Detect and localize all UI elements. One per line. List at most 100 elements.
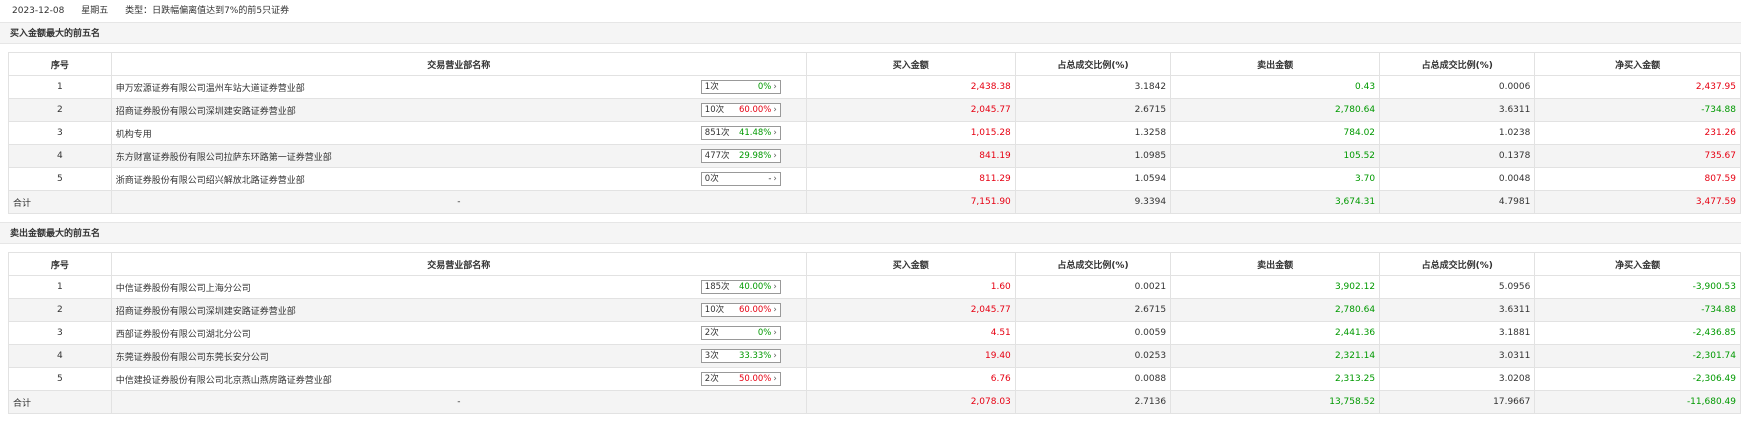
sell-ratio: 0.0048 [1379,167,1536,191]
branch-name-link[interactable]: 招商证券股份有限公司深圳建安路证券营业部 [116,304,296,317]
branch-stats-button[interactable]: 3次 › 33.33% [700,349,781,363]
success-rate: - [768,174,772,184]
row-index: 2 [8,298,112,322]
chevron-right-icon: › [773,151,777,161]
branch-name-link[interactable]: 西部证券股份有限公司湖北分公司 [116,327,251,340]
sell-section-title: 卖出金额最大的前五名 [0,222,1741,244]
buy-amount: 2,045.77 [805,98,1016,122]
buy-section-title: 买入金额最大的前五名 [0,22,1741,44]
row-index: 3 [8,121,112,145]
branch-name-cell: 招商证券股份有限公司深圳建安路证券营业部 10次 › 60.00% [110,98,807,122]
net-amount: 2,437.95 [1534,75,1741,99]
total-net-amount: 3,477.59 [1534,190,1741,214]
row-index: 3 [8,321,112,345]
table-row: 4 东方财富证券股份有限公司拉萨东环路第一证券营业部 477次 › 29.98% 841.… [8,144,1741,168]
col-sell-amount: 卖出金额 [1170,52,1381,76]
buy-ratio: 0.0059 [1014,321,1172,345]
appearance-count: 10次 [704,305,725,315]
net-amount: -734.88 [1534,98,1741,122]
branch-stats-button[interactable]: 0次 › - [700,172,781,186]
branch-name-link[interactable]: 招商证券股份有限公司深圳建安路证券营业部 [116,104,296,117]
branch-name-cell: 浙商证券股份有限公司绍兴解放北路证券营业部 0次 › - [110,167,807,191]
branch-name-cell: 中信建投证券股份有限公司北京燕山燕房路证券营业部 2次 › 50.00% [110,367,807,391]
appearance-count: 185次 [704,282,730,292]
appearance-count: 1次 [704,82,719,92]
row-index: 4 [8,344,112,368]
table-row: 5 浙商证券股份有限公司绍兴解放北路证券营业部 0次 › - 811.29 1.0594 3.… [8,167,1741,191]
total-net-amount: -11,680.49 [1534,390,1741,414]
chevron-right-icon: › [773,351,777,361]
total-buy-amount: 7,151.90 [805,190,1016,214]
total-branch: - [110,190,807,214]
sell-amount: 2,441.36 [1170,321,1381,345]
sell-ratio: 1.0238 [1379,121,1536,145]
buy-ratio: 0.0253 [1014,344,1172,368]
buy-ratio: 1.0594 [1014,167,1172,191]
sell-ratio: 3.0208 [1379,367,1536,391]
buy-ratio: 2.6715 [1014,298,1172,322]
total-row: 合计 -2,078.03 2.7136 13,758.52 17.9667 -11,680… [8,390,1741,414]
table-row: 4 东莞证券股份有限公司东莞长安分公司 3次 › 33.33% 19.40 0.0253 2,… [8,344,1741,368]
buy-amount: 1.60 [805,275,1016,299]
branch-name-link[interactable]: 东莞证券股份有限公司东莞长安分公司 [116,350,269,363]
col-sell-amount: 卖出金额 [1170,252,1381,276]
buy-ratio: 0.0088 [1014,367,1172,391]
sell-ratio: 3.0311 [1379,344,1536,368]
branch-name-link[interactable]: 中信建投证券股份有限公司北京燕山燕房路证券营业部 [116,373,332,386]
row-index: 5 [8,167,112,191]
col-branch-name: 交易营业部名称 [110,252,807,276]
branch-stats-button[interactable]: 851次 › 41.48% [700,126,781,140]
trade-date: 2023-12-08 [12,6,65,16]
branch-stats-button[interactable]: 2次 › 50.00% [700,372,781,386]
branch-stats-button[interactable]: 10次 › 60.00% [700,103,781,117]
chevron-right-icon: › [773,328,777,338]
row-index: 1 [8,275,112,299]
net-amount: -2,306.49 [1534,367,1741,391]
branch-stats-button[interactable]: 2次 › 0% [700,326,781,340]
branch-stats-button[interactable]: 10次 › 60.00% [700,303,781,317]
total-label: 合计 [8,190,112,214]
header-bar: 2023-12-08 星期五 类型：日跌幅偏离值达到7%的前5只证券 [0,0,1741,22]
success-rate: 60.00% [738,105,772,115]
sell-amount: 3,902.12 [1170,275,1381,299]
col-buy-amount: 买入金额 [805,252,1016,276]
sell-ratio: 3.6311 [1379,98,1536,122]
col-net-amount: 净买入金额 [1534,252,1741,276]
total-sell-amount: 3,674.31 [1170,190,1381,214]
appearance-count: 3次 [704,351,719,361]
branch-name-link[interactable]: 中信证券股份有限公司上海分公司 [116,281,251,294]
branch-stats-button[interactable]: 477次 › 29.98% [700,149,781,163]
net-amount: -2,301.74 [1534,344,1741,368]
col-sell-ratio: 占总成交比例(%) [1379,52,1536,76]
buy-ratio: 2.6715 [1014,98,1172,122]
branch-name-cell: 东方财富证券股份有限公司拉萨东环路第一证券营业部 477次 › 29.98% [110,144,807,168]
buy-ratio: 1.3258 [1014,121,1172,145]
sell-amount: 2,321.14 [1170,344,1381,368]
appearance-count: 477次 [704,151,730,161]
chevron-right-icon: › [773,82,777,92]
buy-ratio: 1.0985 [1014,144,1172,168]
branch-name-link[interactable]: 机构专用 [116,127,152,140]
sell-table: 序号 交易营业部名称 买入金额 占总成交比例(%) 卖出金额 占总成交比例(%)… [8,252,1741,414]
success-rate: 33.33% [738,351,772,361]
branch-name-cell: 东莞证券股份有限公司东莞长安分公司 3次 › 33.33% [110,344,807,368]
branch-name-cell: 招商证券股份有限公司深圳建安路证券营业部 10次 › 60.00% [110,298,807,322]
branch-stats-button[interactable]: 1次 › 0% [700,80,781,94]
table-row: 2 招商证券股份有限公司深圳建安路证券营业部 10次 › 60.00% 2,045.77 2… [8,298,1741,322]
buy-amount: 4.51 [805,321,1016,345]
success-rate: 40.00% [738,282,772,292]
success-rate: 50.00% [738,374,772,384]
success-rate: 60.00% [738,305,772,315]
branch-stats-button[interactable]: 185次 › 40.00% [700,280,781,294]
branch-name-link[interactable]: 浙商证券股份有限公司绍兴解放北路证券营业部 [116,173,305,186]
sell-amount: 2,780.64 [1170,298,1381,322]
net-amount: -3,900.53 [1534,275,1741,299]
buy-table-header: 序号 交易营业部名称 买入金额 占总成交比例(%) 卖出金额 占总成交比例(%)… [8,52,1741,76]
col-buy-amount: 买入金额 [805,52,1016,76]
buy-ratio: 0.0021 [1014,275,1172,299]
buy-amount: 841.19 [805,144,1016,168]
branch-name-link[interactable]: 申万宏源证券有限公司温州车站大道证券营业部 [116,81,305,94]
row-index: 5 [8,367,112,391]
success-rate: 29.98% [738,151,772,161]
branch-name-link[interactable]: 东方财富证券股份有限公司拉萨东环路第一证券营业部 [116,150,332,163]
